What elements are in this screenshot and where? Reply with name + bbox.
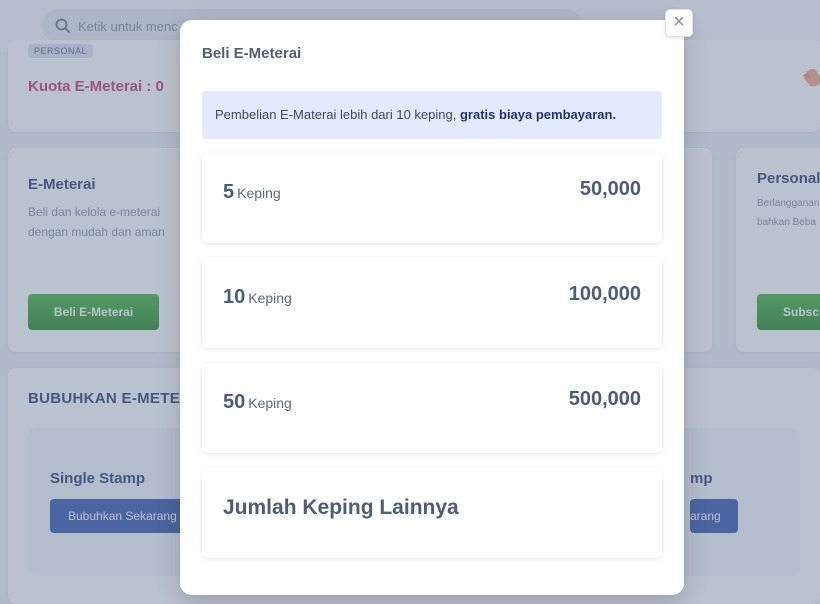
option-quantity: 10 Keping xyxy=(223,286,292,309)
option-unit: Keping xyxy=(237,185,281,201)
notice-text: Pembelian E-Materai lebih dari 10 keping… xyxy=(215,107,457,122)
other-quantity-label: Jumlah Keping Lainnya xyxy=(223,496,459,519)
option-qty-value: 10 xyxy=(223,286,246,308)
free-fee-notice: Pembelian E-Materai lebih dari 10 keping… xyxy=(202,91,662,139)
option-price: 100,000 xyxy=(568,283,641,305)
option-50-keping[interactable]: 50 Keping 500,000 xyxy=(202,363,662,453)
option-price: 50,000 xyxy=(579,178,641,200)
option-unit: Keping xyxy=(248,290,292,306)
option-unit: Keping xyxy=(248,395,292,411)
close-icon: × xyxy=(673,11,685,33)
option-price: 500,000 xyxy=(568,388,641,410)
option-5-keping[interactable]: 5 Keping 50,000 xyxy=(202,153,662,243)
modal-title: Beli E-Meterai xyxy=(202,45,302,62)
option-qty-value: 5 xyxy=(223,181,235,203)
option-qty-value: 50 xyxy=(223,391,246,413)
option-quantity: 50 Keping xyxy=(223,391,292,414)
option-10-keping[interactable]: 10 Keping 100,000 xyxy=(202,258,662,348)
option-other-quantity[interactable]: Jumlah Keping Lainnya xyxy=(202,468,662,558)
notice-highlight: gratis biaya pembayaran. xyxy=(459,107,617,122)
buy-emeterai-modal: Beli E-Meterai × Pembelian E-Materai leb… xyxy=(180,9,693,595)
close-button[interactable]: × xyxy=(665,9,693,37)
option-quantity: 5 Keping xyxy=(223,181,281,204)
